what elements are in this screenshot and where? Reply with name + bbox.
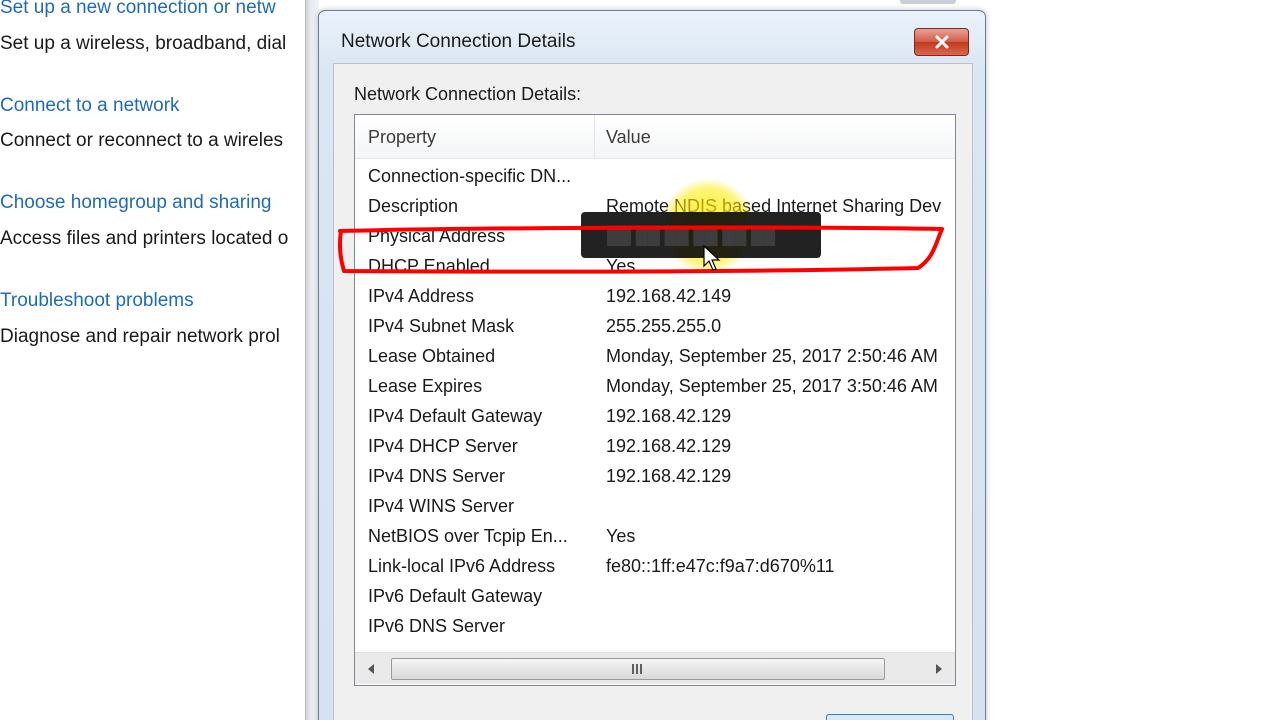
- troubleshoot-link[interactable]: Troubleshoot problems: [0, 290, 194, 312]
- list-row[interactable]: IPv6 DNS Server: [355, 612, 955, 642]
- property-cell: IPv4 DNS Server: [368, 466, 506, 486]
- list-row[interactable]: IPv4 Default Gateway 192.168.42.129: [355, 402, 955, 432]
- value-cell: 192.168.42.129: [606, 406, 732, 426]
- list-row[interactable]: Connection-specific DN...: [355, 162, 955, 192]
- background-window-button-edge: [900, 0, 956, 4]
- list-row[interactable]: Lease Obtained Monday, September 25, 201…: [355, 342, 955, 372]
- list-row[interactable]: IPv4 DNS Server 192.168.42.129: [355, 462, 955, 492]
- close-button[interactable]: [914, 28, 969, 56]
- property-cell: Lease Obtained: [368, 346, 496, 366]
- property-cell: IPv6 Default Gateway: [368, 586, 543, 606]
- value-cell: fe80::1ff:e47c:f9a7:d670%11: [606, 556, 835, 576]
- details-list-view[interactable]: Property Value Connection-specific DN...…: [354, 114, 956, 686]
- property-cell: Link-local IPv6 Address: [368, 556, 556, 576]
- property-cell: IPv4 DHCP Server: [368, 436, 518, 456]
- scrollbar-thumb[interactable]: [391, 658, 885, 680]
- close-x-icon: [935, 35, 948, 49]
- value-cell: 255.255.255.0: [606, 316, 722, 336]
- list-row[interactable]: IPv6 Default Gateway: [355, 582, 955, 612]
- homegroup-sharing-link[interactable]: Choose homegroup and sharing: [0, 192, 271, 214]
- list-row[interactable]: IPv4 WINS Server: [355, 492, 955, 522]
- property-cell: DHCP Enabled: [368, 256, 490, 276]
- list-row[interactable]: Lease Expires Monday, September 25, 2017…: [355, 372, 955, 402]
- column-header-value[interactable]: Value: [606, 127, 651, 148]
- value-cell: Monday, September 25, 2017 3:50:46 AM: [606, 376, 938, 396]
- value-cell: Yes: [606, 256, 636, 276]
- property-cell: Description: [368, 196, 459, 216]
- close-dialog-button[interactable]: [826, 714, 954, 720]
- thumb-grip-icon: [632, 664, 644, 674]
- list-row[interactable]: IPv4 DHCP Server 192.168.42.129: [355, 432, 955, 462]
- property-cell: IPv4 WINS Server: [368, 496, 515, 516]
- details-group-label: Network Connection Details:: [354, 84, 582, 104]
- column-divider[interactable]: [594, 115, 595, 159]
- tooltip-text: ██ ██ ██ ██ ██ ██: [607, 226, 776, 245]
- scroll-left-arrow-icon: [368, 664, 374, 674]
- property-cell: Physical Address: [368, 226, 506, 246]
- property-cell: IPv6 DNS Server: [368, 616, 506, 636]
- horizontal-scrollbar[interactable]: [355, 652, 955, 684]
- connect-to-network-description: Connect or reconnect to a wireles: [0, 130, 284, 151]
- dialog-content: Network Connection Details: Property Val…: [333, 63, 973, 720]
- tooltip: ██ ██ ██ ██ ██ ██: [581, 212, 821, 258]
- scroll-right-button[interactable]: [923, 653, 955, 685]
- window-edge-divider: [305, 0, 319, 720]
- dialog-title: Network Connection Details: [341, 31, 576, 52]
- scroll-left-button[interactable]: [355, 653, 387, 685]
- value-cell: 192.168.42.129: [606, 466, 732, 486]
- connect-to-network-link[interactable]: Connect to a network: [0, 95, 180, 117]
- property-cell: IPv4 Address: [368, 286, 475, 306]
- value-cell: 192.168.42.149: [606, 286, 732, 306]
- property-cell: IPv4 Subnet Mask: [368, 316, 515, 336]
- setup-connection-description: Set up a wireless, broadband, dial: [0, 33, 287, 54]
- column-header-property[interactable]: Property: [368, 127, 436, 148]
- list-row[interactable]: IPv4 Subnet Mask 255.255.255.0: [355, 312, 955, 342]
- network-connection-details-dialog: Network Connection Details Network Conne…: [318, 10, 986, 720]
- scroll-right-arrow-icon: [936, 664, 942, 674]
- network-sharing-task-panel: Set up a new connection or netw Set up a…: [0, 0, 305, 720]
- property-cell: IPv4 Default Gateway: [368, 406, 543, 426]
- value-cell: Monday, September 25, 2017 2:50:46 AM: [606, 346, 938, 366]
- list-row[interactable]: Link-local IPv6 Address fe80::1ff:e47c:f…: [355, 552, 955, 582]
- troubleshoot-description: Diagnose and repair network prol: [0, 326, 280, 347]
- property-cell: NetBIOS over Tcpip En...: [368, 526, 568, 546]
- property-cell: Connection-specific DN...: [368, 166, 572, 186]
- homegroup-sharing-description: Access files and printers located o: [0, 228, 289, 249]
- property-cell: Lease Expires: [368, 376, 483, 396]
- mouse-pointer-icon: [703, 244, 721, 271]
- list-row[interactable]: NetBIOS over Tcpip En... Yes: [355, 522, 955, 552]
- list-header: Property Value: [355, 115, 955, 159]
- value-cell: 192.168.42.129: [606, 436, 732, 456]
- value-cell: Yes: [606, 526, 636, 546]
- list-row[interactable]: IPv4 Address 192.168.42.149: [355, 282, 955, 312]
- setup-connection-link[interactable]: Set up a new connection or netw: [0, 0, 276, 19]
